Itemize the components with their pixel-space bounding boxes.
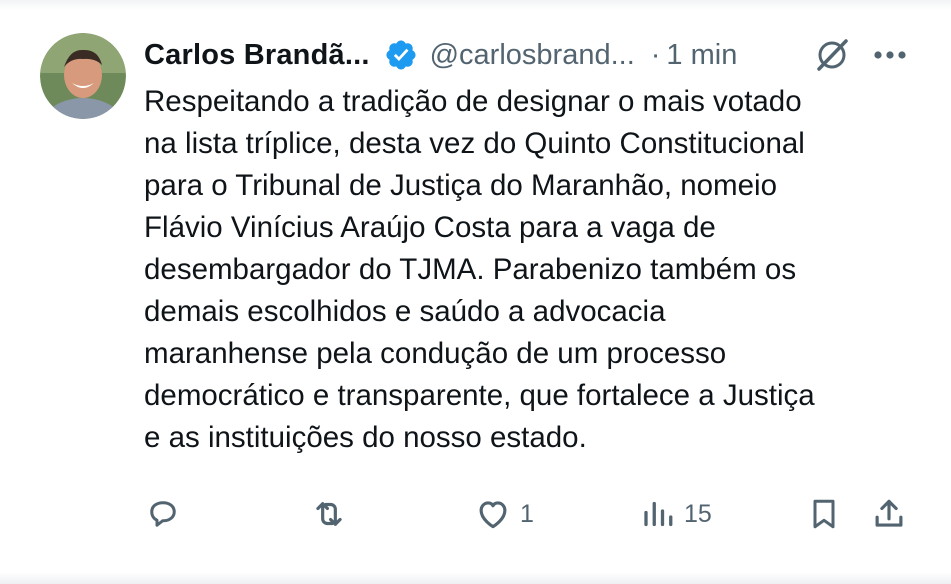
retweet-button[interactable] xyxy=(310,490,348,538)
verified-badge-icon xyxy=(384,38,418,72)
grok-icon[interactable] xyxy=(813,36,851,74)
like-button[interactable]: 1 xyxy=(474,490,534,538)
bottom-divider xyxy=(0,572,951,584)
more-options-icon[interactable] xyxy=(870,38,910,72)
retweet-icon xyxy=(316,502,342,526)
author-name[interactable]: Carlos Brandã... xyxy=(144,39,370,72)
timestamp[interactable]: 1 min xyxy=(666,39,737,72)
bookmark-icon xyxy=(813,499,835,529)
share-icon xyxy=(875,499,903,527)
like-count: 1 xyxy=(520,499,534,528)
bookmark-button[interactable] xyxy=(806,490,842,538)
top-divider xyxy=(0,0,951,10)
tweet-actions: 1 15 xyxy=(0,490,951,538)
views-button[interactable]: 15 xyxy=(640,490,712,538)
avatar[interactable] xyxy=(40,33,126,119)
views-icon xyxy=(644,501,673,527)
reply-icon xyxy=(150,501,176,527)
views-count: 15 xyxy=(684,499,712,528)
avatar-image xyxy=(40,33,126,119)
author-handle[interactable]: @carlosbrand... xyxy=(430,39,635,72)
heart-icon xyxy=(479,501,507,529)
tweet-header: Carlos Brandã... @carlosbrand... · 1 min xyxy=(144,34,737,76)
separator-dot: · xyxy=(650,38,661,71)
reply-button[interactable] xyxy=(145,490,181,538)
share-button[interactable] xyxy=(870,490,908,538)
tweet-text: Respeitando a tradição de designar o mai… xyxy=(144,85,815,454)
